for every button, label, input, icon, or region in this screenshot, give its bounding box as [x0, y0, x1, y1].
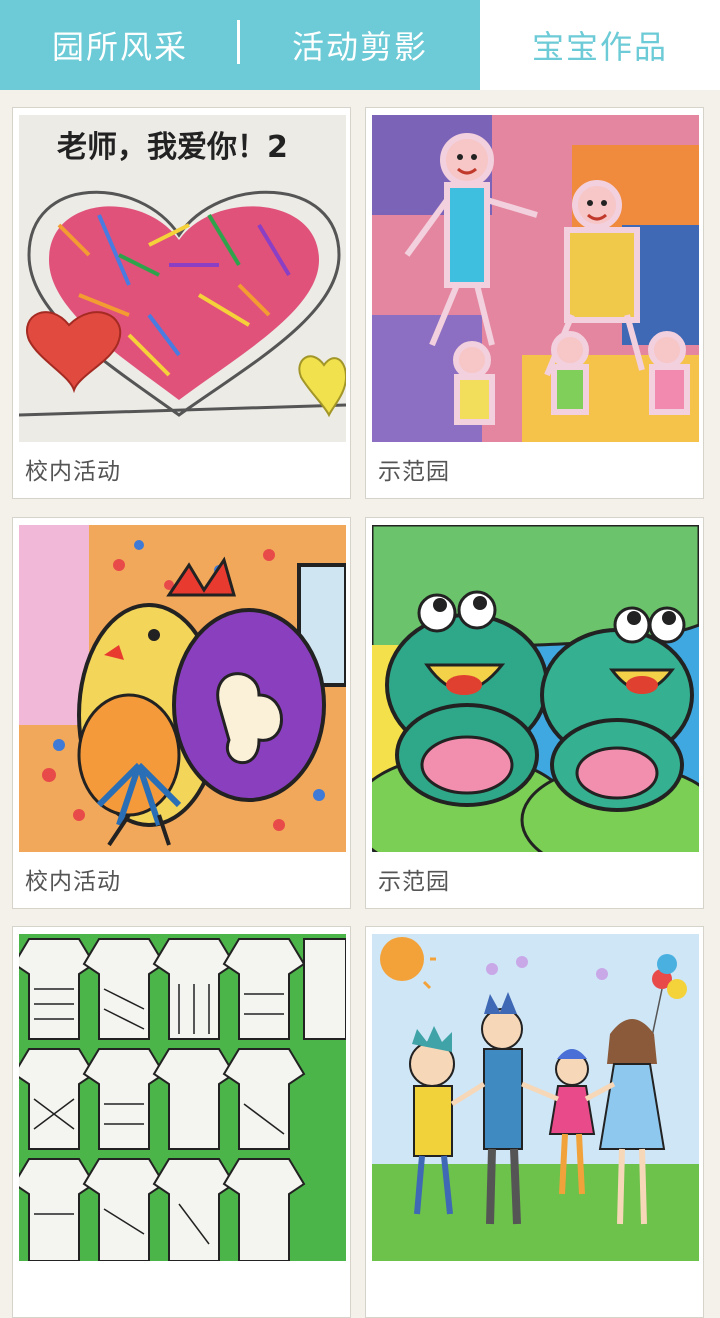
tab-bar: 园所风采 活动剪影 宝宝作品 [0, 0, 720, 90]
card-caption: 校内活动 [25, 869, 121, 895]
frogs-artwork [372, 525, 699, 852]
tab-baby-works[interactable]: 宝宝作品 [480, 0, 720, 90]
rooster-artwork [19, 525, 346, 852]
tab-activity-photos[interactable]: 活动剪影 [240, 0, 480, 90]
artwork-card[interactable]: 示范园 [365, 107, 704, 499]
paper-people-artwork [372, 115, 699, 442]
card-caption: 示范园 [378, 869, 450, 895]
heart-collage-artwork: 老师，我爱你！2 [19, 115, 346, 442]
art-handwritten-text: 老师，我爱你！2 [57, 130, 288, 165]
artwork-card[interactable] [365, 926, 704, 1318]
artwork-card[interactable]: 示范园 [365, 517, 704, 909]
tab-label: 宝宝作品 [531, 28, 668, 66]
family-drawing-artwork [372, 934, 699, 1261]
card-caption: 校内活动 [25, 459, 121, 485]
tab-kindergarten-style[interactable]: 园所风采 [0, 0, 240, 90]
artwork-card[interactable] [12, 926, 351, 1318]
paper-dresses-artwork [19, 934, 346, 1261]
tab-label: 活动剪影 [291, 28, 428, 66]
tab-label: 园所风采 [51, 28, 188, 66]
artwork-card[interactable]: 校内活动 [12, 517, 351, 909]
artwork-card[interactable]: 老师，我爱你！2 校内活动 [12, 107, 351, 499]
card-caption: 示范园 [378, 459, 450, 485]
